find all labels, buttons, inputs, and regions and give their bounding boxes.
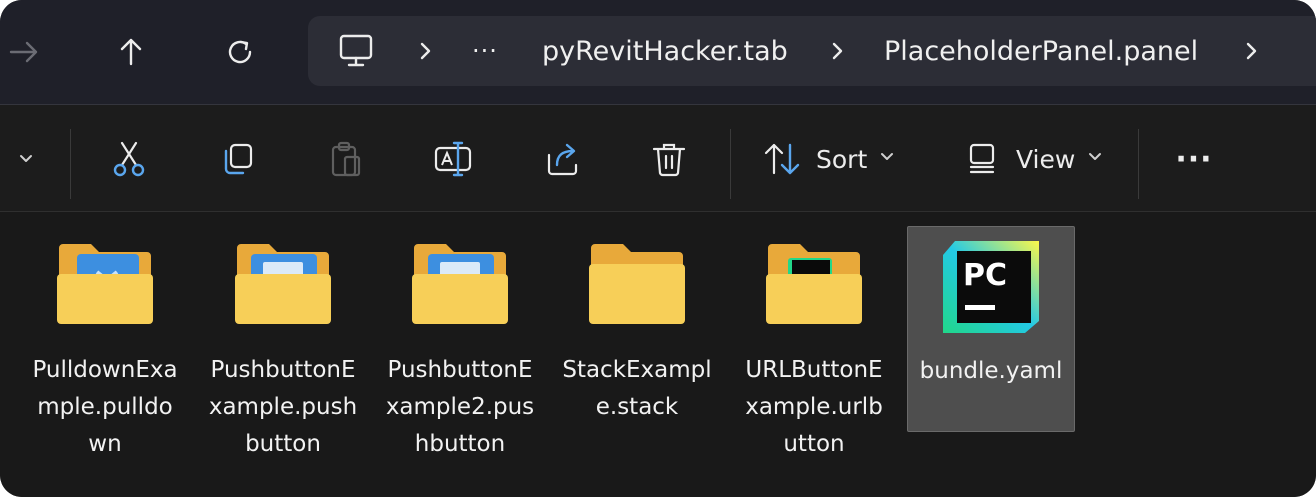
view-icon bbox=[969, 143, 995, 174]
view-button[interactable]: View bbox=[962, 131, 1104, 187]
chevron-right-icon bbox=[1246, 42, 1257, 60]
share-button[interactable] bbox=[540, 131, 586, 187]
more-options-label: ··· bbox=[1175, 141, 1213, 177]
arrow-right-icon bbox=[9, 41, 38, 63]
file-name: PulldownExample.pulldown bbox=[32, 357, 178, 457]
sort-button[interactable]: Sort bbox=[762, 131, 902, 187]
arrow-up-icon bbox=[120, 38, 142, 66]
divider bbox=[1138, 129, 1139, 199]
file-item-pushbutton2[interactable]: PushbuttonExample2.pushbutton bbox=[377, 226, 543, 457]
pycharm-file-icon: PC bbox=[939, 239, 1043, 333]
svg-text:PC: PC bbox=[963, 258, 1007, 293]
sort-icon bbox=[764, 143, 800, 175]
breadcrumb-segment-label: pyRevitHacker.tab bbox=[542, 35, 788, 67]
rename-button[interactable] bbox=[430, 131, 476, 187]
sort-caret bbox=[867, 149, 895, 169]
view-label: View bbox=[1016, 144, 1076, 174]
rename-icon bbox=[434, 141, 472, 177]
up-button[interactable] bbox=[107, 28, 155, 76]
folder-icon bbox=[231, 238, 335, 332]
file-item-pushbutton[interactable]: PushbuttonExample.pushbutton bbox=[200, 226, 366, 457]
file-item-stack[interactable]: StackExample.stack bbox=[554, 226, 720, 430]
more-options-button[interactable]: ··· bbox=[1170, 131, 1218, 187]
file-name: PushbuttonExample.pushbutton bbox=[208, 357, 358, 457]
refresh-button[interactable] bbox=[216, 28, 264, 76]
chevron-right-icon bbox=[832, 42, 843, 60]
breadcrumb-segment-label: PlaceholderPanel.panel bbox=[884, 35, 1199, 67]
delete-button[interactable] bbox=[646, 131, 692, 187]
sort-label: Sort bbox=[816, 144, 868, 174]
paste-icon bbox=[331, 141, 361, 177]
breadcrumb-chevron-1[interactable] bbox=[416, 16, 436, 86]
breadcrumb-chevron-3[interactable] bbox=[1242, 16, 1262, 86]
file-name: bundle.yaml bbox=[919, 358, 1063, 384]
refresh-icon bbox=[228, 40, 252, 64]
scissors-icon bbox=[113, 141, 145, 177]
copy-button[interactable] bbox=[214, 131, 260, 187]
chevron-right-icon bbox=[420, 42, 431, 60]
file-item-pulldown[interactable]: PulldownExample.pulldown bbox=[22, 226, 188, 457]
command-bar: Sort View ··· bbox=[0, 105, 1316, 212]
address-bar[interactable]: ··· pyRevitHacker.tab PlaceholderPanel.p… bbox=[308, 16, 1316, 86]
forward-button[interactable] bbox=[0, 28, 48, 76]
divider bbox=[730, 129, 731, 199]
paste-button[interactable] bbox=[322, 131, 368, 187]
view-caret bbox=[1075, 149, 1103, 169]
breadcrumb-overflow[interactable]: ··· bbox=[472, 16, 498, 86]
folder-icon bbox=[585, 238, 689, 332]
share-icon bbox=[547, 143, 578, 176]
file-item-urlbutton[interactable]: URLButtonExample.urlbutton bbox=[731, 226, 897, 457]
new-dropdown-caret[interactable] bbox=[0, 131, 40, 187]
chevron-down-icon bbox=[1089, 153, 1102, 160]
cut-button[interactable] bbox=[106, 131, 152, 187]
folder-icon bbox=[762, 238, 866, 332]
file-name: PushbuttonExample2.pushbutton bbox=[385, 357, 535, 457]
navigation-bar: ··· pyRevitHacker.tab PlaceholderPanel.p… bbox=[0, 0, 1316, 105]
file-item-bundle-yaml[interactable]: PC bundle.yaml bbox=[907, 226, 1075, 432]
breadcrumb-chevron-2[interactable] bbox=[828, 16, 848, 86]
chevron-down-icon bbox=[20, 155, 32, 162]
overflow-label: ··· bbox=[472, 37, 498, 65]
this-pc-button[interactable] bbox=[338, 16, 374, 86]
file-name: URLButtonExample.urlbutton bbox=[745, 357, 883, 457]
breadcrumb-segment-panel[interactable]: PlaceholderPanel.panel bbox=[884, 16, 1198, 86]
file-explorer-window: ··· pyRevitHacker.tab PlaceholderPanel.p… bbox=[0, 0, 1316, 497]
copy-icon bbox=[224, 143, 253, 175]
folder-icon bbox=[408, 238, 512, 332]
file-grid: PulldownExample.pulldown PushbuttonExamp… bbox=[0, 212, 1316, 497]
monitor-icon bbox=[339, 34, 373, 67]
divider bbox=[70, 129, 71, 199]
trash-icon bbox=[652, 143, 686, 177]
breadcrumb-segment-tab[interactable]: pyRevitHacker.tab bbox=[542, 16, 788, 86]
chevron-down-icon bbox=[881, 153, 894, 160]
folder-icon bbox=[53, 238, 157, 332]
file-name: StackExample.stack bbox=[562, 357, 712, 420]
